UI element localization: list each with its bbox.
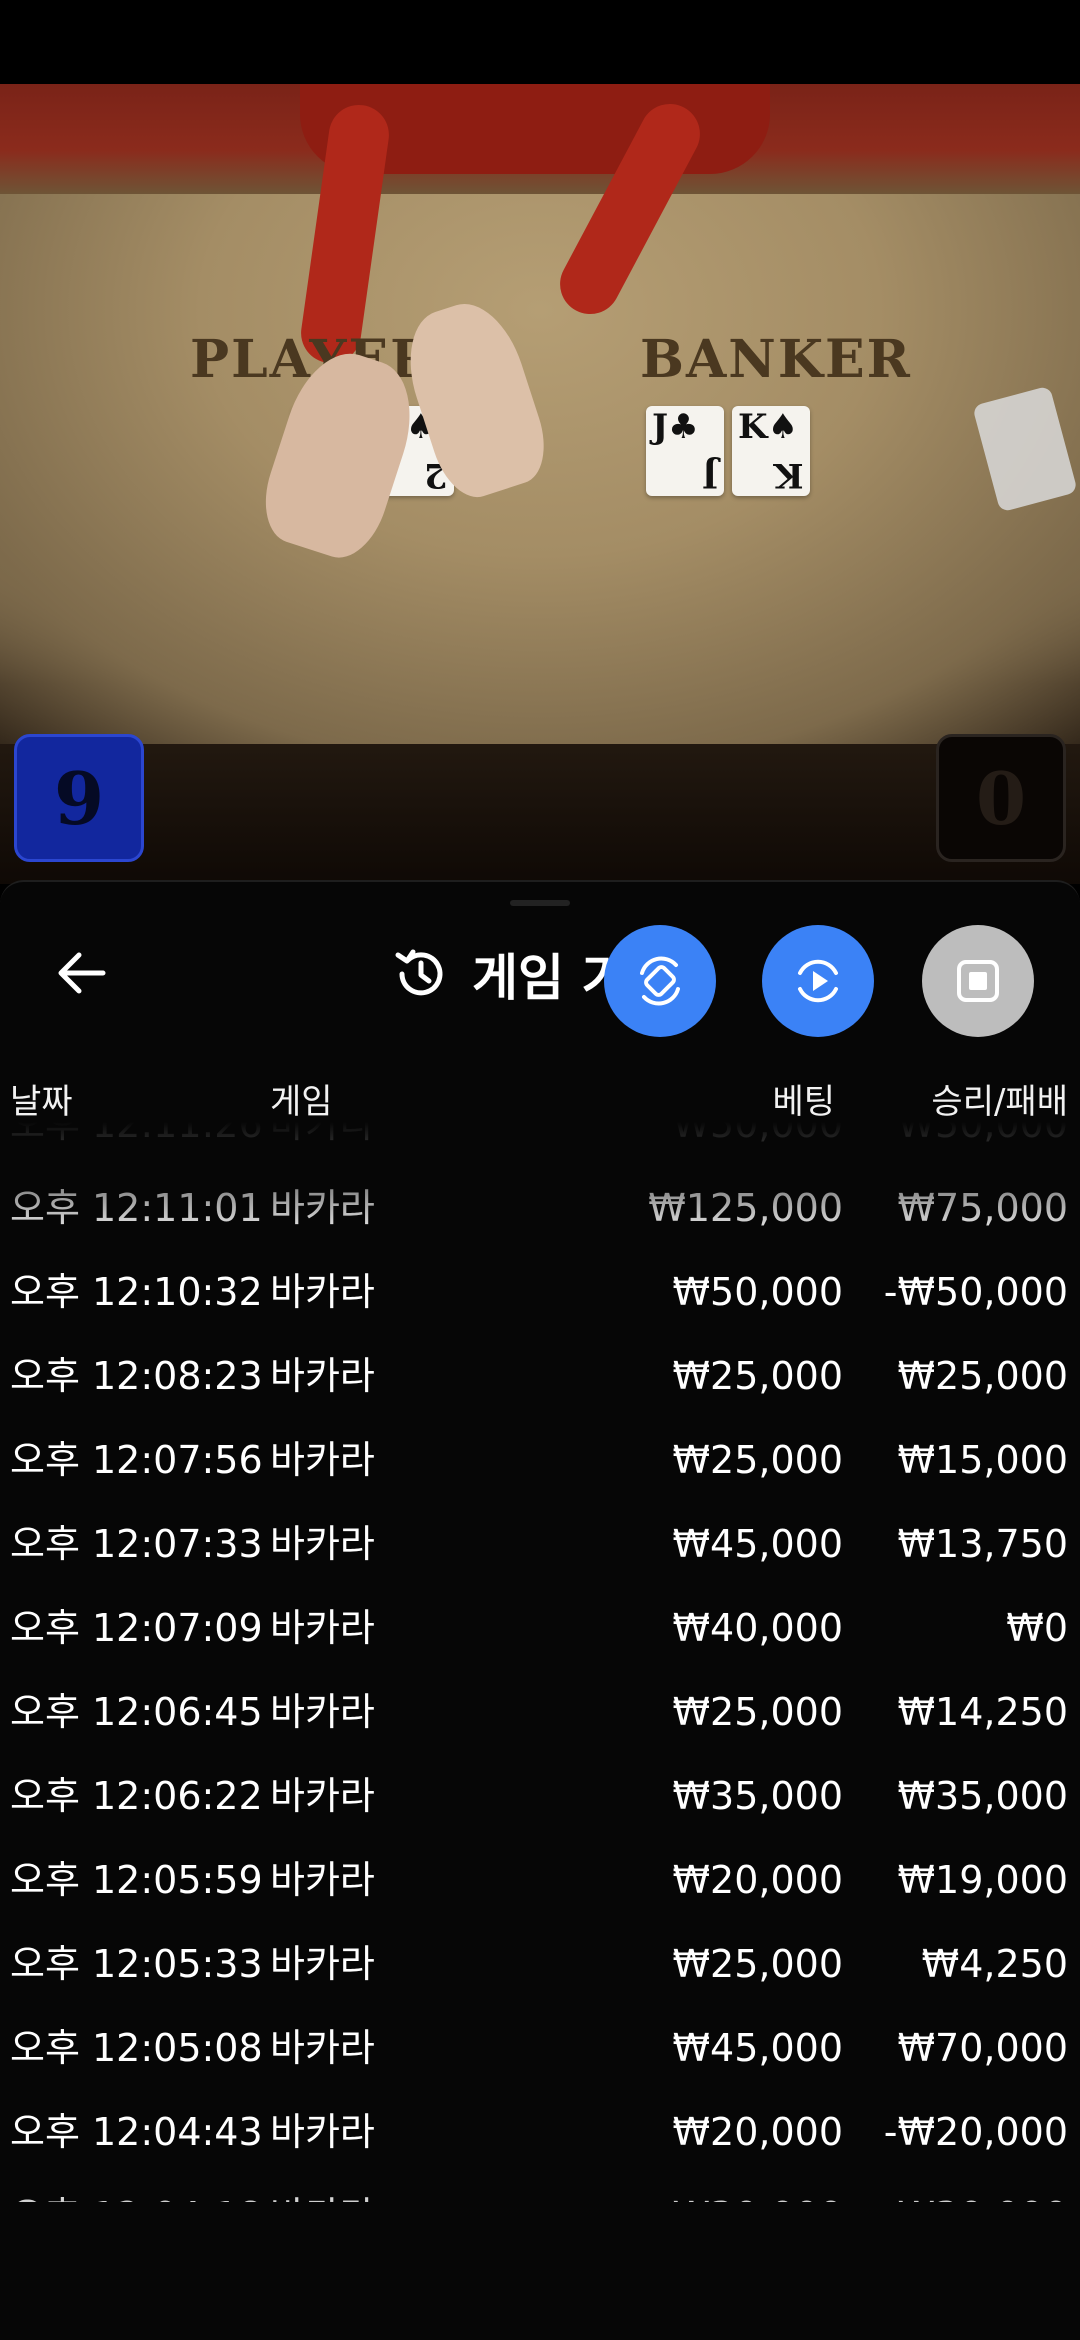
row-result: ₩70,000 [897,2026,1068,2070]
row-result: ₩14,250 [897,1690,1068,1734]
row-result: -₩50,000 [883,1270,1068,1314]
row-game: 바카라 [270,1774,375,1818]
row-bet: ₩45,000 [672,2026,843,2070]
row-bet: ₩50,000 [672,1122,843,1146]
row-game: 바카라 [270,1122,375,1146]
rotate-icon [640,956,680,1006]
row-game: 바카라 [270,1858,375,1902]
column-header-result[interactable]: 승리/패배 [931,1074,1068,1123]
row-bet: ₩25,000 [672,1438,843,1482]
table-row[interactable]: 오후 12:07:33 바카라 ₩45,000 ₩13,750 [0,1502,1080,1586]
row-time: 오후 12:07:09 [10,1606,263,1650]
row-game: 바카라 [270,1186,375,1230]
row-bet: ₩35,000 [672,1774,843,1818]
row-time: 오후 12:11:26 [10,1122,263,1146]
column-header-game[interactable]: 게임 [270,1074,333,1123]
row-result: ₩4,250 [921,1942,1068,1986]
row-result: ₩30,000 [897,2174,1068,2202]
table-row[interactable]: 오후 12:07:56 바카라 ₩25,000 ₩15,000 [0,1418,1080,1502]
table-row[interactable]: 오후 12:06:22 바카라 ₩35,000 ₩35,000 [0,1754,1080,1838]
row-bet: ₩25,000 [672,1942,843,1986]
row-game: 바카라 [270,1522,375,1566]
live-video: PLAYER BANKER 7♣ 7 2♠ 2 J♣ J K♠ K [0,84,1080,884]
table-row[interactable]: 오후 12:05:08 바카라 ₩45,000 ₩70,000 [0,2006,1080,2090]
banker-score: 0 [936,734,1066,862]
row-game: 바카라 [270,2026,375,2070]
table-row[interactable]: 오후 12:04:43 바카라 ₩20,000 -₩20,000 [0,2090,1080,2174]
row-result: ₩35,000 [897,1774,1068,1818]
row-game: 바카라 [270,1270,375,1314]
row-game: 바카라 [270,2174,375,2202]
table-row[interactable]: 오후 12:04:18바카라 ₩30,000 ₩30,000 [0,2174,1080,2202]
column-header-date[interactable]: 날짜 [10,1074,73,1123]
page-title: 게임 기록 [472,949,622,1007]
row-game: 바카라 [270,1606,375,1650]
row-bet: ₩30,000 [672,2174,843,2202]
table-row[interactable]: 오후 12:05:59 바카라 ₩20,000 ₩19,000 [0,1838,1080,1922]
row-result: ₩13,750 [897,1522,1068,1566]
column-header-bet[interactable]: 베팅 [772,1074,835,1123]
history-list[interactable]: 오후 12:11:26 바카라 ₩50,000 ₩50,000 오후 12:11:01 바… [0,1122,1080,2202]
back-button[interactable] [50,942,112,1004]
row-result: ₩50,000 [897,1122,1068,1146]
row-game: 바카라 [270,1438,375,1482]
row-time: 오후 12:06:22 [10,1774,263,1818]
row-result: ₩25,000 [897,1354,1068,1398]
row-game: 바카라 [270,1354,375,1398]
stop-button[interactable] [922,925,1034,1037]
stop-icon [957,960,999,1002]
row-result: ₩0 [1006,1606,1068,1650]
row-game: 바카라 [270,2110,375,2154]
row-bet: ₩50,000 [672,1270,843,1314]
row-result: ₩15,000 [897,1438,1068,1482]
banker-card-2: K♠ K [732,406,810,496]
row-time: 오후 12:04:18 [10,2174,263,2202]
table-row[interactable]: 오후 12:11:26 바카라 ₩50,000 ₩50,000 [0,1122,1080,1166]
game-history-sheet: 게임 기록 날짜 게임 베팅 승리/패배 오후 12:11:26 바카라 ₩50,0… [0,880,1080,2340]
row-game: 바카라 [270,1690,375,1734]
rotate-button[interactable] [604,925,716,1037]
banker-zone-label: BANKER [640,329,912,390]
arrow-left-icon [58,952,106,994]
replay-button[interactable] [762,925,874,1037]
table-row[interactable]: 오후 12:10:32 바카라 ₩50,000 -₩50,000 [0,1250,1080,1334]
row-bet: ₩25,000 [672,1354,843,1398]
replay-icon [798,959,838,1003]
banker-card-1: J♣ J [646,406,724,496]
table-row[interactable]: 오후 12:05:33 바카라 ₩25,000 ₩4,250 [0,1922,1080,2006]
player-score: 9 [14,734,144,862]
row-bet: ₩25,000 [672,1690,843,1734]
row-time: 오후 12:05:08 [10,2026,263,2070]
row-bet: ₩20,000 [672,1858,843,1902]
row-result: ₩75,000 [897,1186,1068,1230]
row-time: 오후 12:06:45 [10,1690,263,1734]
row-bet: ₩125,000 [648,1186,843,1230]
row-time: 오후 12:07:33 [10,1522,263,1566]
row-time: 오후 12:04:43 [10,2110,263,2154]
row-result: ₩19,000 [897,1858,1068,1902]
row-time: 오후 12:05:33 [10,1942,263,1986]
row-game: 바카라 [270,1942,375,1986]
row-bet: ₩20,000 [672,2110,843,2154]
row-time: 오후 12:07:56 [10,1438,263,1482]
table-row[interactable]: 오후 12:08:23 바카라 ₩25,000 ₩25,000 [0,1334,1080,1418]
status-bar [0,0,1080,84]
drag-handle[interactable] [510,900,570,906]
row-time: 오후 12:11:01 [10,1186,263,1230]
row-result: -₩20,000 [883,2110,1068,2154]
sheet-header: 게임 기록 [392,934,622,1014]
table-row[interactable]: 오후 12:11:01 바카라 ₩125,000 ₩75,000 [0,1166,1080,1250]
row-time: 오후 12:08:23 [10,1354,263,1398]
row-time: 오후 12:10:32 [10,1270,263,1314]
table-row[interactable]: 오후 12:07:09 바카라 ₩40,000 ₩0 [0,1586,1080,1670]
row-time: 오후 12:05:59 [10,1858,263,1902]
table-row[interactable]: 오후 12:06:45 바카라 ₩25,000 ₩14,250 [0,1670,1080,1754]
row-bet: ₩40,000 [672,1606,843,1650]
row-bet: ₩45,000 [672,1522,843,1566]
history-icon [395,949,443,996]
